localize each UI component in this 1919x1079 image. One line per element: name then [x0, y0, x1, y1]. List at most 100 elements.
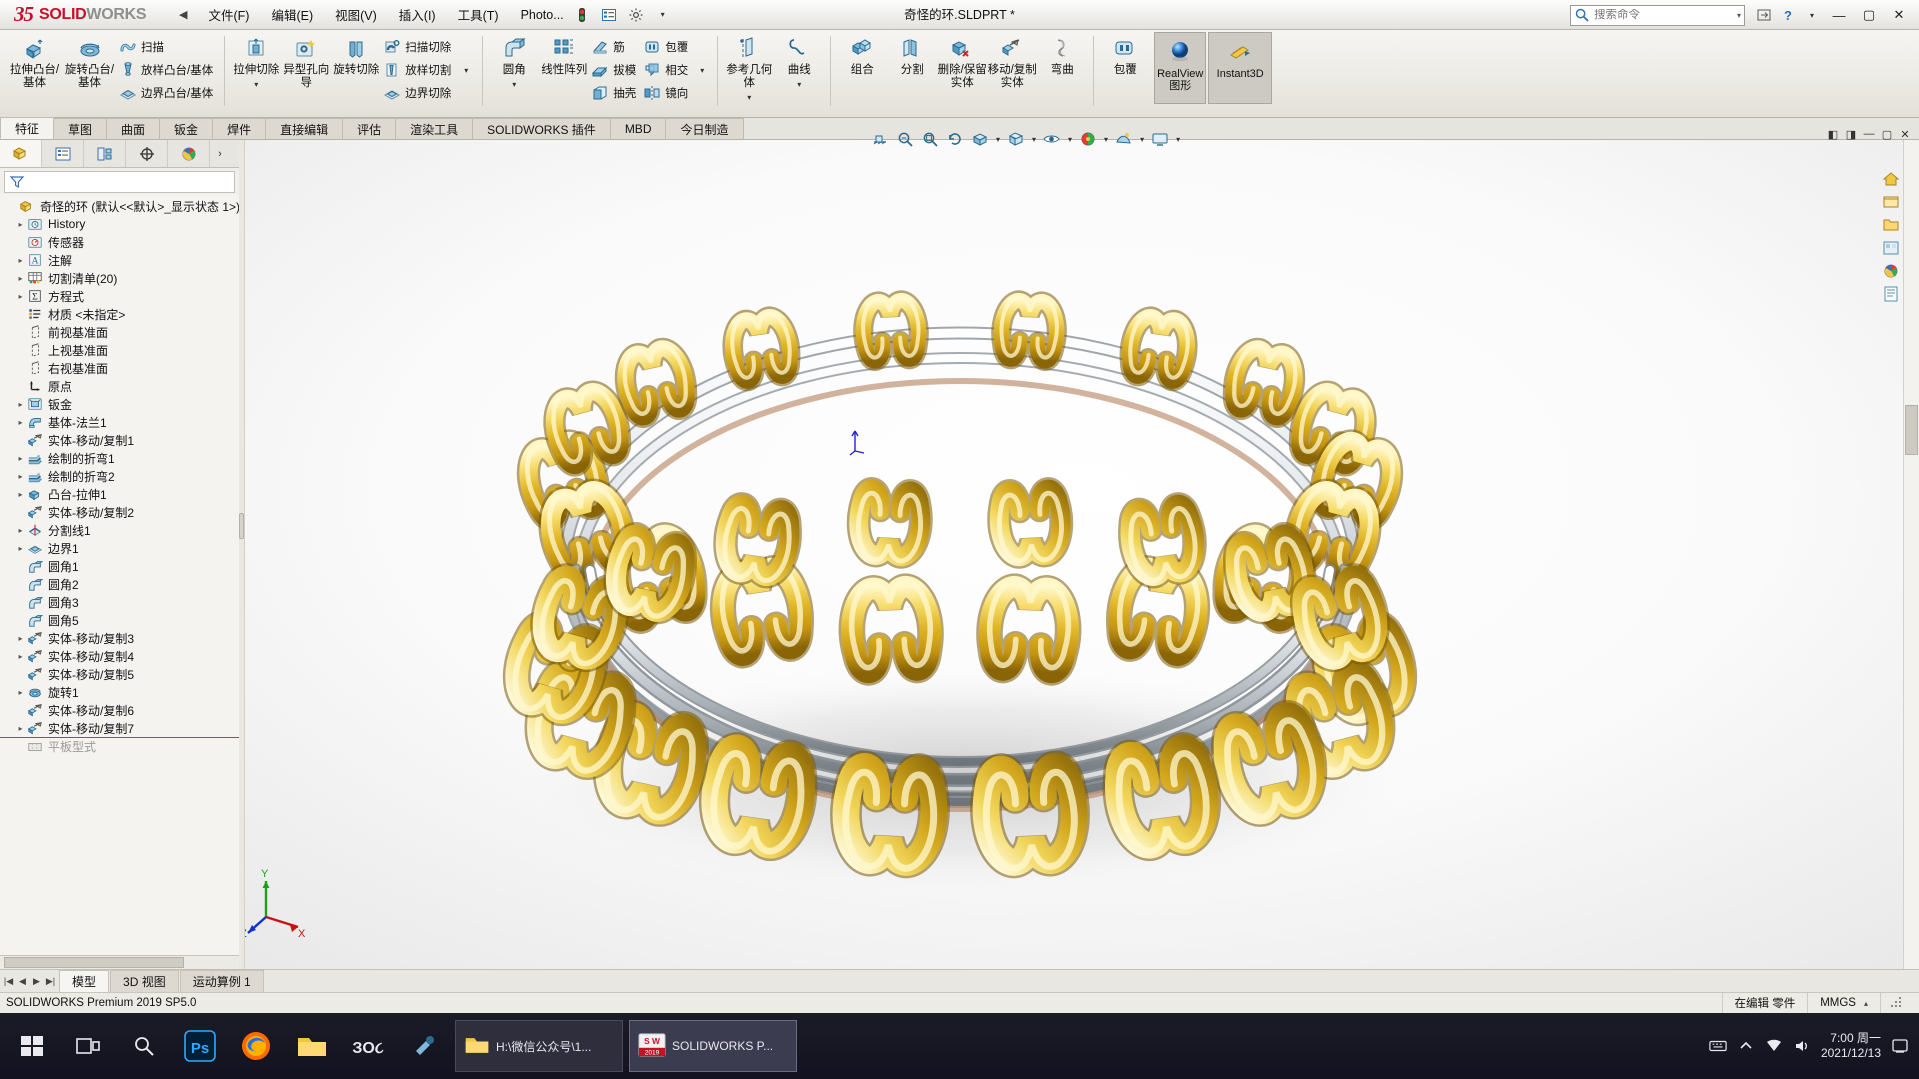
taskbar-window-solidworks[interactable]: S W 2019 SOLIDWORKS P... [629, 1020, 797, 1072]
tree-item[interactable]: 平板型式 [0, 737, 239, 755]
display-style-icon[interactable] [1004, 127, 1028, 151]
tree-item[interactable]: 实体-移动/复制6 [0, 701, 239, 719]
cut-caret-1[interactable]: ▾ [456, 62, 476, 78]
splitter-grip[interactable] [239, 513, 244, 540]
tree-item[interactable]: 实体-移动/复制1 [0, 431, 239, 449]
search-taskbar-button[interactable] [116, 1015, 172, 1077]
panel-tabs-more-icon[interactable]: › [210, 148, 230, 160]
tool-taskbar-button[interactable] [396, 1015, 452, 1077]
tab-sketch[interactable]: 草图 [53, 118, 108, 139]
menu-photoview[interactable]: Photo... [510, 4, 566, 26]
tree-expand-arrow-icon[interactable]: ▸ [14, 526, 27, 535]
tree-expand-arrow-icon[interactable]: ▸ [14, 274, 27, 283]
status-units-caret-icon[interactable]: ▴ [1864, 999, 1868, 1008]
appearances-scenes-icon[interactable] [1880, 260, 1901, 281]
reference-geometry-caret[interactable]: ▾ [747, 89, 751, 105]
move-copy-body-button[interactable]: 移动/复制实体 [987, 32, 1037, 94]
graphics-viewport[interactable]: Y X Z [245, 140, 1919, 969]
loft-cut-button[interactable]: 放样切割 [381, 58, 456, 81]
tree-expand-arrow-icon[interactable]: ▸ [14, 400, 27, 409]
linear-pattern-button[interactable]: 线性阵列 [539, 32, 589, 94]
previous-view-icon[interactable] [943, 127, 967, 151]
tree-item[interactable]: 原点 [0, 377, 239, 395]
tree-item[interactable]: ▸ 基体-法兰1 [0, 413, 239, 431]
tree-expand-arrow-icon[interactable]: ▸ [14, 418, 27, 427]
menu-collapse-arrow-icon[interactable]: ◀ [175, 8, 197, 21]
tree-item[interactable]: 实体-移动/复制2 [0, 503, 239, 521]
view-palette-icon[interactable] [1880, 237, 1901, 258]
photoshop-taskbar-button[interactable]: Ps [172, 1015, 228, 1077]
curves-button[interactable]: 曲线 ▾ [774, 32, 824, 94]
features-caret-1[interactable]: ▾ [693, 62, 711, 78]
tab-mbd[interactable]: MBD [609, 118, 667, 139]
wrap2-button[interactable]: 包覆 [1100, 32, 1150, 94]
search-command-box[interactable]: ▾ [1570, 4, 1745, 26]
taskbar-clock[interactable]: 7:00 周一 2021/12/13 [1821, 1031, 1881, 1061]
bottom-tab-3dviews[interactable]: 3D 视图 [110, 970, 179, 992]
tree-item[interactable]: 材质 <未指定> [0, 305, 239, 323]
tree-item[interactable]: 前视基准面 [0, 323, 239, 341]
display-manager-tab[interactable] [168, 140, 210, 167]
view-settings-icon[interactable] [1148, 127, 1172, 151]
tree-item[interactable]: ▸ 凸台-拉伸1 [0, 485, 239, 503]
viewport-vscroll-thumb[interactable] [1905, 405, 1918, 455]
tree-item[interactable]: 圆角5 [0, 611, 239, 629]
tree-item[interactable]: 圆角1 [0, 557, 239, 575]
bottom-tab-model[interactable]: 模型 [59, 970, 110, 992]
tree-item[interactable]: ▸ 实体-移动/复制7 [0, 719, 239, 737]
fillet-caret[interactable]: ▾ [512, 77, 516, 93]
feature-tree-hscrollbar[interactable] [0, 955, 239, 969]
edit-appearance-caret-icon[interactable]: ▾ [1101, 135, 1111, 144]
extrude-cut-button[interactable]: 拉伸切除 ▾ [231, 32, 281, 94]
tree-expand-arrow-icon[interactable]: ▸ [14, 544, 27, 553]
tab-nav-prev-icon[interactable]: ◀ [16, 976, 29, 987]
doc-close-icon[interactable]: ✕ [1897, 126, 1913, 142]
extrude-boss-button[interactable]: 拉伸凸台/基体 [7, 32, 62, 94]
dimxpert-manager-tab[interactable] [126, 140, 168, 167]
tree-item[interactable]: ▸ 实体-移动/复制3 [0, 629, 239, 647]
maximize-button[interactable]: ▢ [1855, 2, 1883, 28]
tree-item[interactable]: ▸ A 注解 [0, 251, 239, 269]
tab-weldments[interactable]: 焊件 [212, 118, 267, 139]
realview-graphics-toggle[interactable]: RealView 图形 [1154, 32, 1207, 104]
delete-keep-body-button[interactable]: 删除/保留实体 [937, 32, 987, 94]
loft-boss-button[interactable]: 放样凸台/基体 [117, 58, 218, 81]
panel-splitter[interactable] [239, 140, 244, 969]
search-input[interactable] [1594, 9, 1714, 21]
bottom-tab-nav[interactable]: |◀ ◀ ▶ ▶| [0, 970, 59, 992]
hide-show-caret-icon[interactable]: ▾ [1065, 135, 1075, 144]
tree-expand-arrow-icon[interactable]: ▸ [14, 220, 27, 229]
display-style-caret-icon[interactable]: ▾ [1029, 135, 1039, 144]
tree-item[interactable]: ▸ 绘制的折弯2 [0, 467, 239, 485]
tab-manufacture-today[interactable]: 今日制造 [665, 118, 744, 139]
search-expand-icon[interactable] [1753, 4, 1775, 26]
tab-nav-first-icon[interactable]: |◀ [2, 976, 15, 987]
tree-item[interactable]: ▸ 切割清单(20) [0, 269, 239, 287]
gear-icon[interactable] [624, 3, 648, 27]
menu-insert[interactable]: 插入(I) [388, 1, 447, 28]
traffic-light-icon[interactable] [570, 3, 594, 27]
tree-expand-arrow-icon[interactable]: ▸ [14, 634, 27, 643]
apply-scene-icon[interactable] [1112, 127, 1136, 151]
doc-restore-right-icon[interactable]: ◨ [1843, 126, 1859, 142]
keyboard-icon[interactable] [1709, 1037, 1727, 1055]
apply-scene-caret-icon[interactable]: ▾ [1137, 135, 1147, 144]
split-button[interactable]: 分割 [887, 32, 937, 94]
tab-sheetmetal[interactable]: 钣金 [159, 118, 214, 139]
sweep-button[interactable]: 扫描 [117, 35, 218, 58]
tree-expand-arrow-icon[interactable]: ▸ [14, 652, 27, 661]
tree-item[interactable]: ▸ 分割线1 [0, 521, 239, 539]
help-caret-icon[interactable]: ▾ [1801, 4, 1823, 26]
design-library-icon[interactable] [1880, 191, 1901, 212]
curves-caret[interactable]: ▾ [797, 77, 801, 93]
tree-item[interactable]: ▸ History [0, 215, 239, 233]
doc-restore-left-icon[interactable]: ◧ [1825, 126, 1841, 142]
tree-item[interactable]: 实体-移动/复制5 [0, 665, 239, 683]
custom-properties-icon[interactable] [1880, 283, 1901, 304]
minimize-button[interactable]: — [1825, 2, 1853, 28]
tree-expand-arrow-icon[interactable]: ▸ [14, 490, 27, 499]
help-icon[interactable]: ? [1777, 4, 1799, 26]
tab-solidworks-addins[interactable]: SOLIDWORKS 插件 [472, 118, 611, 139]
extrude-cut-caret[interactable]: ▾ [254, 77, 258, 93]
tab-features[interactable]: 特征 [0, 117, 55, 139]
